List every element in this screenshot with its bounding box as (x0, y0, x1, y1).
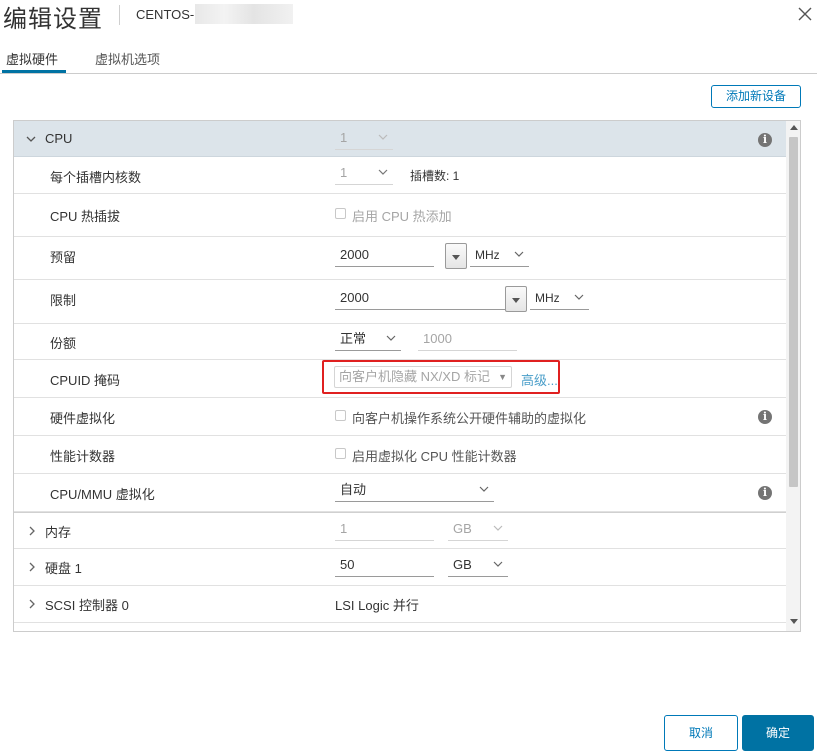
cpu-count-value: 1 (340, 130, 348, 145)
vm-name: CENTOS- (136, 3, 294, 24)
cpu-row[interactable]: CPU 1 i (14, 121, 786, 157)
hardware-virtualization-row: 硬件虚拟化 向客户机操作系统公开硬件辅助的虚拟化 i (14, 398, 786, 436)
tab-bar: 虚拟硬件 虚拟机选项 (0, 44, 817, 74)
cpu-label: CPU (45, 131, 73, 146)
limit-label: 限制 (50, 293, 77, 308)
mmu-virtualization-select[interactable]: 自动 (335, 480, 494, 502)
performance-counters-label: 性能计数器 (50, 449, 116, 464)
chevron-down-icon (479, 486, 489, 492)
chevron-down-icon (514, 251, 524, 257)
limit-dropdown-button[interactable] (505, 286, 527, 312)
cpu-hot-plug-row: CPU 热插拔 启用 CPU 热添加 (14, 194, 786, 237)
cpuid-mask-label: CPUID 掩码 (50, 373, 121, 388)
chevron-down-icon (493, 561, 503, 567)
active-tab-indicator (2, 70, 66, 73)
scroll-up-icon[interactable] (790, 125, 798, 130)
scroll-down-icon[interactable] (790, 619, 798, 624)
reservation-unit-value: MHz (475, 248, 500, 262)
chevron-down-icon (386, 335, 396, 341)
cpuid-highlight-box (322, 360, 560, 394)
performance-counters-checkbox[interactable] (335, 448, 346, 459)
limit-row: 限制 2000 MHz (14, 280, 786, 324)
hard-disk-label: 硬盘 1 (45, 561, 82, 576)
chevron-down-icon (574, 294, 584, 300)
scroll-thumb[interactable] (789, 137, 798, 487)
hardware-virtualization-checkbox[interactable] (335, 410, 346, 421)
cpu-hot-add-checkbox-label: 启用 CPU 热添加 (352, 209, 452, 224)
limit-unit-select[interactable]: MHz (530, 288, 589, 310)
chevron-right-icon[interactable] (29, 562, 36, 572)
info-icon[interactable]: i (758, 410, 772, 424)
reservation-input[interactable]: 2000 (335, 245, 434, 267)
shares-value-input: 1000 (418, 329, 517, 351)
reservation-label: 预留 (50, 250, 77, 265)
memory-input: 1 (335, 519, 434, 541)
panel-scrollbar[interactable] (786, 121, 800, 631)
hardware-panel: CPU 1 i 每个插槽内核数 1 插槽数: 1 CPU 热插拔 启用 CPU … (13, 120, 801, 632)
dialog-title: 编辑设置 (3, 6, 103, 33)
close-icon[interactable] (797, 6, 813, 22)
hard-disk-unit-value: GB (453, 557, 472, 572)
memory-row[interactable]: 内存 1 GB (14, 512, 786, 549)
reservation-dropdown-button[interactable] (445, 243, 467, 269)
cancel-button[interactable]: 取消 (664, 715, 738, 751)
chevron-down-icon (493, 525, 503, 531)
reservation-row: 预留 2000 MHz (14, 237, 786, 280)
cores-per-socket-select: 1 (335, 163, 393, 185)
chevron-right-icon[interactable] (29, 526, 36, 536)
reservation-unit-select[interactable]: MHz (470, 245, 529, 267)
cores-per-socket-label: 每个插槽内核数 (50, 170, 142, 185)
sockets-count: 插槽数: 1 (410, 169, 460, 183)
performance-counters-checkbox-label: 启用虚拟化 CPU 性能计数器 (352, 449, 517, 464)
dialog-header: 编辑设置 CENTOS- (0, 0, 817, 33)
title-separator (119, 5, 120, 25)
cores-per-socket-value: 1 (340, 165, 348, 180)
shares-label: 份额 (50, 336, 77, 351)
cpu-count-select: 1 (335, 128, 393, 150)
chevron-down-icon (378, 169, 388, 175)
shares-row: 份额 正常 1000 (14, 324, 786, 360)
cpu-hot-add-checkbox (335, 208, 346, 219)
cpu-hot-plug-label: CPU 热插拔 (50, 209, 121, 224)
performance-counters-row: 性能计数器 启用虚拟化 CPU 性能计数器 (14, 436, 786, 474)
chevron-down-icon[interactable] (26, 135, 36, 143)
limit-input[interactable]: 2000 (335, 288, 505, 310)
mmu-virtualization-value: 自动 (340, 482, 367, 497)
hard-disk-size-input[interactable]: 50 (335, 555, 434, 577)
vm-name-redacted (195, 3, 294, 24)
hardware-virtualization-checkbox-label: 向客户机操作系统公开硬件辅助的虚拟化 (352, 411, 587, 426)
mmu-virtualization-row: CPU/MMU 虚拟化 自动 i (14, 474, 786, 512)
tab-vm-options[interactable]: 虚拟机选项 (95, 49, 160, 68)
tab-virtual-hardware[interactable]: 虚拟硬件 (6, 49, 58, 68)
add-new-device-button[interactable]: 添加新设备 (711, 85, 801, 108)
info-icon[interactable]: i (758, 486, 772, 500)
scsi-controller-row[interactable]: SCSI 控制器 0 LSI Logic 并行 (14, 586, 786, 623)
hardware-virtualization-label: 硬件虚拟化 (50, 411, 116, 426)
chevron-down-icon (378, 134, 388, 140)
shares-level-select[interactable]: 正常 (335, 329, 401, 351)
vm-name-text: CENTOS- (136, 7, 195, 22)
scsi-controller-label: SCSI 控制器 0 (45, 598, 129, 613)
memory-unit-value: GB (453, 521, 472, 536)
chevron-right-icon[interactable] (29, 599, 36, 609)
memory-unit-select: GB (448, 519, 508, 541)
mmu-virtualization-label: CPU/MMU 虚拟化 (50, 487, 155, 502)
ok-button[interactable]: 确定 (742, 715, 814, 751)
hard-disk-unit-select[interactable]: GB (448, 555, 508, 577)
cores-per-socket-row: 每个插槽内核数 1 插槽数: 1 (14, 157, 786, 194)
limit-unit-value: MHz (535, 291, 560, 305)
info-icon[interactable]: i (758, 133, 772, 147)
shares-level-value: 正常 (340, 331, 367, 346)
scsi-controller-type: LSI Logic 并行 (335, 598, 419, 613)
memory-label: 内存 (45, 525, 72, 540)
hard-disk-row[interactable]: 硬盘 1 50 GB (14, 549, 786, 586)
